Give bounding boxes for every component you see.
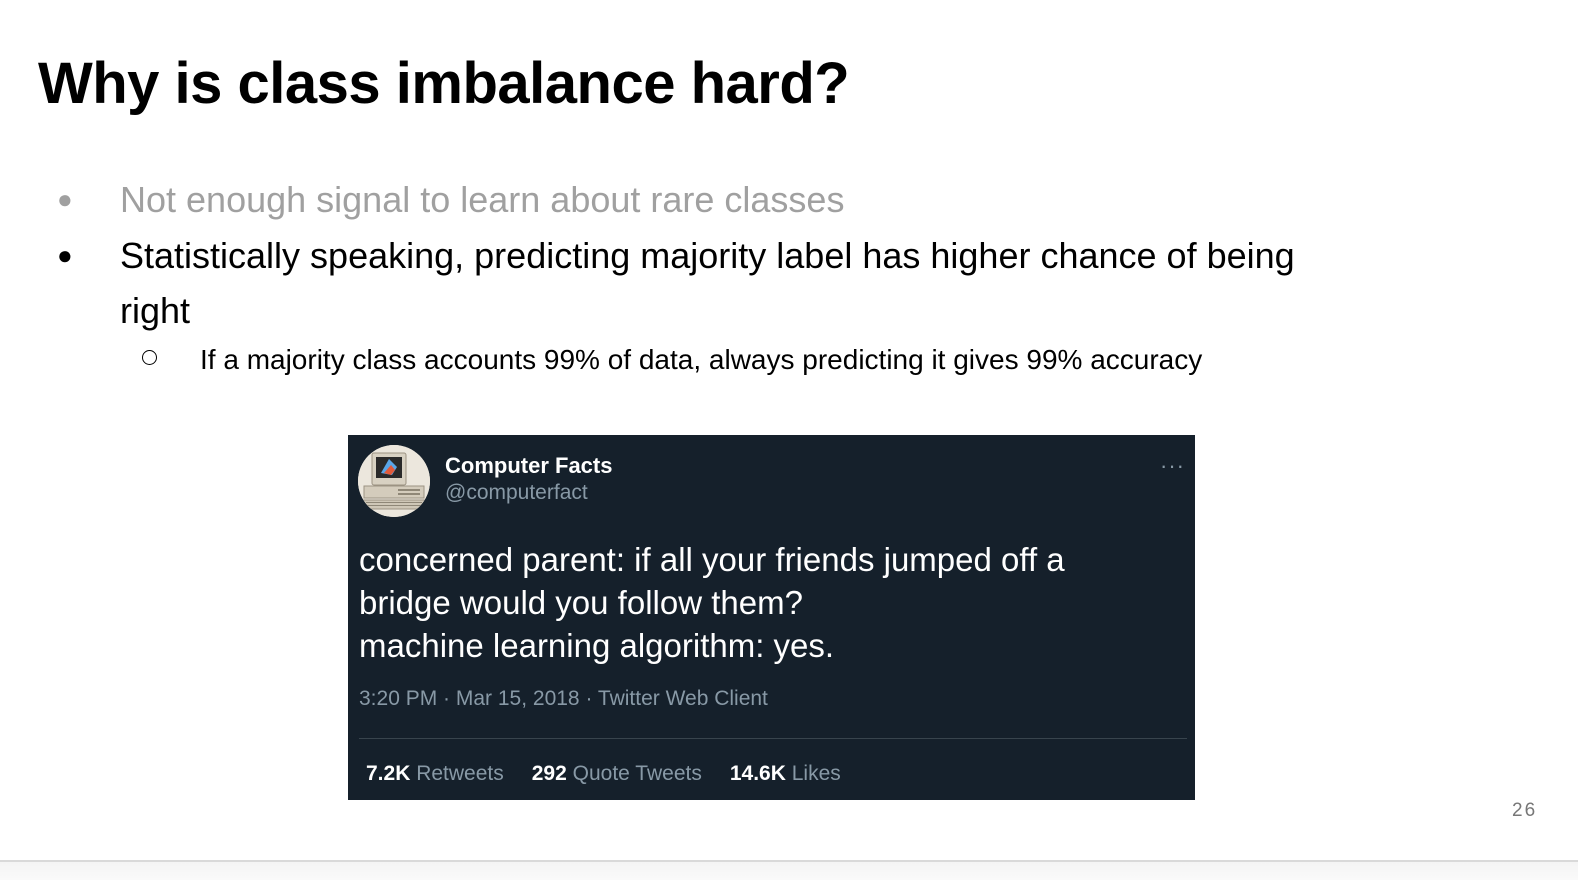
retweets-label: Retweets bbox=[416, 762, 504, 785]
tweet-screenshot: Computer Facts @computerfact ··· concern… bbox=[348, 435, 1195, 800]
likes-label: Likes bbox=[791, 762, 841, 785]
quote-tweets-stat[interactable]: 292 Quote Tweets bbox=[532, 762, 702, 785]
slide: Why is class imbalance hard? ● Not enoug… bbox=[0, 0, 1578, 860]
likes-stat[interactable]: 14.6K Likes bbox=[730, 762, 841, 785]
tweet-author-handle[interactable]: @computerfact bbox=[445, 481, 588, 505]
bullet-dot-icon: ● bbox=[57, 240, 73, 270]
tweet-author-name[interactable]: Computer Facts bbox=[445, 453, 612, 479]
hollow-circle-bullet-icon bbox=[142, 350, 157, 365]
bullet-text: Not enough signal to learn about rare cl… bbox=[120, 179, 845, 220]
bullet-text-line-2: right bbox=[120, 290, 191, 331]
likes-count: 14.6K bbox=[729, 762, 786, 785]
bullet-dot-icon: ● bbox=[57, 184, 73, 214]
quote-tweets-count: 292 bbox=[531, 762, 567, 785]
sub-bullet-text: If a majority class accounts 99% of data… bbox=[200, 344, 1203, 375]
quote-tweets-label: Quote Tweets bbox=[572, 762, 702, 785]
tweet-divider bbox=[359, 738, 1187, 739]
retweets-stat[interactable]: 7.2K Retweets bbox=[366, 762, 504, 785]
slide-title: Why is class imbalance hard? bbox=[38, 51, 850, 116]
retro-computer-avatar-icon bbox=[358, 445, 430, 517]
tweet-text-line-3: machine learning algorithm: yes. bbox=[359, 627, 835, 664]
tweet-timestamp: 3:20 PM · Mar 15, 2018 · Twitter Web Cli… bbox=[359, 687, 768, 710]
tweet-text-line-1: concerned parent: if all your friends ju… bbox=[359, 541, 1065, 578]
retweets-count: 7.2K bbox=[366, 762, 411, 785]
more-options-icon[interactable]: ··· bbox=[1160, 453, 1185, 479]
bottom-edge bbox=[0, 860, 1578, 880]
page-number: 26 bbox=[1512, 800, 1538, 821]
tweet-text-line-2: bridge would you follow them? bbox=[359, 584, 803, 621]
tweet-stats: 7.2K Retweets 292 Quote Tweets 14.6K Likes bbox=[366, 762, 841, 786]
bullet-text-line-1: Statistically speaking, predicting major… bbox=[120, 235, 1295, 276]
